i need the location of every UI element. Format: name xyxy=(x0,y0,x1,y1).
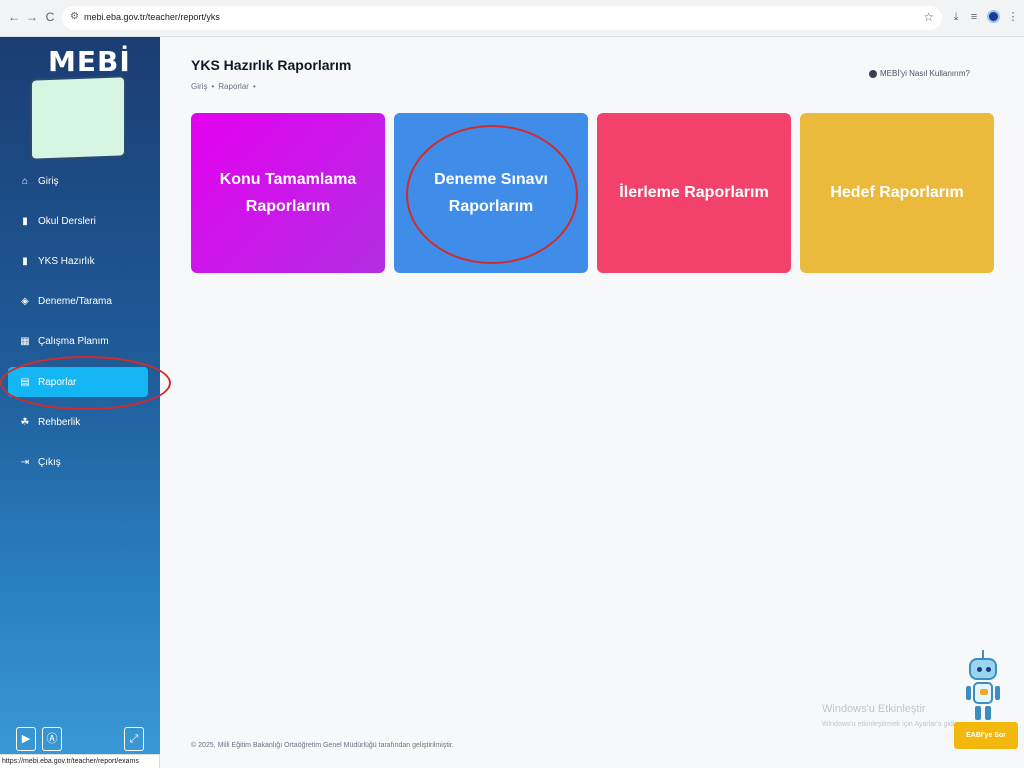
address-bar[interactable]: ⚙ mebi.eba.gov.tr/teacher/report/yks ☆ xyxy=(62,6,942,30)
sidebar-item-deneme-tarama[interactable]: ◈ Deneme/Tarama xyxy=(8,286,148,316)
help-link[interactable]: MEBİ'yi Nasıl Kullanırım? xyxy=(869,69,970,78)
robot-chest xyxy=(980,689,988,695)
robot-head xyxy=(969,658,997,680)
robot-antenna xyxy=(982,650,984,658)
robot-leg xyxy=(985,706,991,720)
sidebar-item-label: YKS Hazırlık xyxy=(38,255,95,267)
report-icon: ▤ xyxy=(20,376,30,388)
sidebar-item-raporlar[interactable]: ▤ Raporlar xyxy=(8,367,148,397)
sidebar-item-yks-hazirlik[interactable]: ▮ YKS Hazırlık xyxy=(8,246,148,276)
extensions-icon[interactable]: ≡ xyxy=(967,10,981,24)
sidebar: MEBİ ⌂ Giriş ▮ Okul Dersleri ▮ YKS Hazır… xyxy=(0,37,160,768)
sidebar-item-label: Rehberlik xyxy=(38,416,81,428)
card-label: İlerleme Raporlarım xyxy=(619,184,769,202)
card-konu-tamamlama[interactable]: Konu Tamamlama Raporlarım xyxy=(191,113,385,273)
sidebar-item-rehberlik[interactable]: ☘ Rehberlik xyxy=(8,407,148,437)
people-icon: ☘ xyxy=(20,416,30,428)
help-link-label: MEBİ'yi Nasıl Kullanırım? xyxy=(880,69,970,78)
help-icon xyxy=(869,69,877,78)
logo-card-image xyxy=(30,75,126,161)
layers-icon: ◈ xyxy=(21,295,29,307)
sidebar-item-label: Çalışma Planım xyxy=(38,335,109,347)
card-label: Hedef Raporlarım xyxy=(830,184,964,202)
logo[interactable]: MEBİ xyxy=(48,45,131,78)
back-arrow-icon[interactable]: ← xyxy=(6,9,22,25)
main-content: YKS Hazırlık Raporlarım Giriş • Raporlar… xyxy=(160,37,1024,768)
logout-icon: ⇥ xyxy=(20,456,30,468)
status-bar-url: https://mebi.eba.gov.tr/teacher/report/e… xyxy=(0,754,160,768)
tune-icon[interactable]: ⚙ xyxy=(70,11,82,23)
sidebar-item-label: Giriş xyxy=(38,175,59,187)
collapse-icon[interactable]: ⤢ xyxy=(124,727,144,751)
robot-arm xyxy=(966,686,971,700)
book-icon: ▮ xyxy=(22,255,28,267)
robot-body xyxy=(973,682,993,704)
breadcrumb-separator: • xyxy=(252,82,256,91)
sidebar-item-label: Okul Dersleri xyxy=(38,215,96,227)
sidebar-item-giris[interactable]: ⌂ Giriş xyxy=(8,166,148,196)
card-hedef[interactable]: Hedef Raporlarım xyxy=(800,113,994,273)
profile-avatar[interactable] xyxy=(987,10,1000,23)
card-label: Deneme Sınavı Raporlarım xyxy=(434,170,548,215)
sidebar-item-cikis[interactable]: ⇥ Çıkış xyxy=(8,447,148,477)
browser-toolbar: ← → C ⚙ mebi.eba.gov.tr/teacher/report/y… xyxy=(0,0,1024,37)
windows-activation-subtitle: Windows'u etkinleştirmek için Ayarlar'a … xyxy=(822,721,961,728)
url-text[interactable]: mebi.eba.gov.tr/teacher/report/yks xyxy=(84,12,220,22)
reload-icon[interactable]: C xyxy=(42,9,58,25)
breadcrumb: Giriş • Raporlar • xyxy=(191,82,256,91)
windows-activation-title: Windows'u Etkinleştir xyxy=(822,703,926,715)
robot-leg xyxy=(975,706,981,720)
card-ilerleme[interactable]: İlerleme Raporlarım xyxy=(597,113,791,273)
ask-assistant-button[interactable]: EABİ'ye Sor xyxy=(954,722,1018,749)
calendar-icon: ▦ xyxy=(20,335,30,347)
book-icon: ▮ xyxy=(22,215,28,227)
breadcrumb-raporlar[interactable]: Raporlar xyxy=(218,82,249,91)
play-store-icon[interactable]: ▶ xyxy=(16,727,36,751)
home-icon: ⌂ xyxy=(21,175,29,187)
card-deneme-sinavi[interactable]: Deneme Sınavı Raporlarım xyxy=(394,113,588,273)
sidebar-item-label: Çıkış xyxy=(38,456,61,468)
download-icon[interactable]: ⤓ xyxy=(949,10,963,24)
robot-eye xyxy=(986,667,991,672)
page-title: YKS Hazırlık Raporlarım xyxy=(191,57,352,73)
app-store-icon[interactable]: Ⓐ xyxy=(42,727,62,751)
sidebar-item-calisma-planim[interactable]: ▦ Çalışma Planım xyxy=(8,326,148,356)
sidebar-item-label: Raporlar xyxy=(38,376,77,388)
robot-eye xyxy=(977,667,982,672)
card-label: Konu Tamamlama Raporlarım xyxy=(219,170,357,215)
sidebar-item-okul-dersleri[interactable]: ▮ Okul Dersleri xyxy=(8,206,148,236)
sidebar-item-label: Deneme/Tarama xyxy=(38,295,112,307)
star-icon[interactable]: ☆ xyxy=(923,10,934,24)
breadcrumb-home[interactable]: Giriş xyxy=(191,82,207,91)
footer-copyright: © 2025, Milli Eğitim Bakanlığı Ortaöğret… xyxy=(191,742,454,749)
forward-arrow-icon[interactable]: → xyxy=(24,9,40,25)
robot-mascot-icon[interactable] xyxy=(965,650,1001,722)
robot-arm xyxy=(995,686,1000,700)
breadcrumb-separator: • xyxy=(211,82,215,91)
kebab-menu-icon[interactable]: ⋮ xyxy=(1006,10,1020,24)
